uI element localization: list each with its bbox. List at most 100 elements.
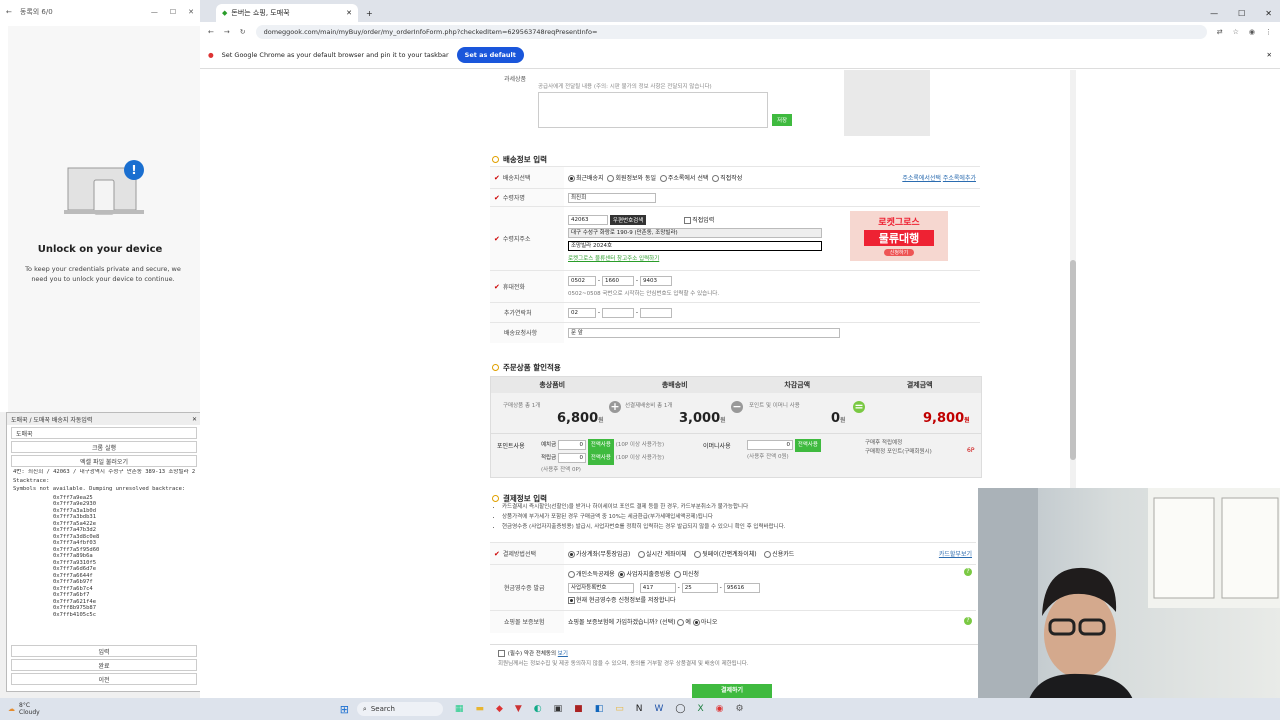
payment-amount: 9,800원 — [923, 411, 970, 426]
ship-option-recent[interactable]: 최근배송지 — [568, 175, 604, 182]
phone-last-input[interactable]: 9403 — [639, 276, 672, 286]
paymethod-credit-card[interactable]: 신용카드 — [764, 551, 794, 558]
paymethod-virtual-account[interactable]: 가상계좌(무통장입금) — [568, 551, 630, 558]
phone-mid-input[interactable]: 1660 — [601, 276, 634, 286]
windows-start-icon[interactable]: ⊞ — [340, 703, 349, 716]
receipt-none[interactable]: 미신청 — [674, 571, 699, 578]
edge-icon[interactable]: ◐ — [534, 704, 542, 714]
memo-textarea[interactable] — [538, 92, 768, 128]
deposit-input[interactable]: 0 — [557, 439, 586, 450]
insurance-no[interactable]: 아니오 — [692, 619, 717, 627]
maximize-icon[interactable]: ☐ — [170, 8, 176, 16]
phone-prefix-select[interactable]: 0502 — [568, 276, 596, 286]
reload-icon[interactable]: ↻ — [240, 28, 246, 36]
addrbook-select-link[interactable]: 주소록에서선택 — [902, 175, 941, 182]
zip-search-button[interactable]: 우편번호검색 — [609, 214, 647, 225]
chat-icon[interactable]: ◯ — [675, 704, 685, 714]
vpn-icon[interactable]: ▼ — [515, 704, 522, 714]
weather-icon[interactable]: ☁ — [8, 705, 15, 713]
status-label: 크롬 실행 — [11, 441, 197, 453]
ship-option-addrbook[interactable]: 주소록에서 선택 — [659, 175, 708, 182]
unlock-heading: Unlock on your device — [37, 244, 163, 255]
excel-icon[interactable]: X — [697, 704, 703, 714]
address-line2-input[interactable]: 조망빌라 2024호 — [568, 241, 822, 252]
file-explorer-icon[interactable]: ▬ — [475, 704, 484, 714]
emoney-use-all-button[interactable]: 전액사용 — [794, 439, 821, 452]
taskbar-search[interactable]: ⌕ Search — [356, 702, 443, 716]
minimize-icon[interactable]: — — [151, 8, 158, 16]
close-icon[interactable]: ✕ — [192, 416, 197, 423]
shipping-count: 선결제배송비 총 1개 — [625, 403, 673, 409]
agree-all-checkbox[interactable] — [498, 650, 505, 657]
biz-no-2[interactable]: 25 — [681, 582, 718, 593]
banner-apply-button[interactable]: 신청하기 — [884, 249, 914, 256]
folder-icon[interactable]: ▭ — [615, 704, 624, 714]
forward-icon[interactable]: → — [224, 28, 230, 36]
translate-icon[interactable]: ⇄ — [1217, 28, 1223, 36]
help-icon[interactable]: ? — [964, 568, 972, 576]
direct-input-checkbox[interactable]: 직접입력 — [684, 216, 714, 224]
minimize-icon[interactable]: — — [1210, 9, 1218, 18]
extra-phone-last-input[interactable] — [639, 307, 672, 318]
outlook-icon[interactable]: ◧ — [595, 704, 604, 714]
biz-no-3[interactable]: 95616 — [723, 582, 760, 593]
input-button[interactable]: 입력 — [11, 645, 197, 657]
addrbook-add-link[interactable]: 주소록에추가 — [943, 175, 976, 182]
set-default-button[interactable]: Set as default — [456, 47, 524, 63]
receipt-personal[interactable]: 개인소득공제용 — [568, 571, 615, 578]
profile-icon[interactable]: ◉ — [1249, 28, 1255, 36]
close-icon[interactable]: ✕ — [1265, 9, 1272, 18]
save-receipt-checkbox[interactable]: 현재 현금영수증 신청정보를 저장합니다 — [568, 597, 676, 604]
save-memo-button[interactable]: 저장 — [772, 114, 793, 126]
back-arrow-icon[interactable]: ← — [6, 8, 12, 16]
infobar-close-icon[interactable]: ✕ — [1267, 51, 1272, 59]
bookmark-star-icon[interactable]: ☆ — [1233, 28, 1239, 36]
prev-button[interactable]: 이전 — [11, 673, 197, 685]
load-excel-button[interactable]: 엑셀 파일 불러오기 — [11, 455, 197, 467]
zipcode-input[interactable]: 42063 — [568, 215, 608, 226]
recipient-input[interactable]: 최진희 — [568, 192, 656, 203]
payment-head: 결제금액 — [906, 381, 933, 389]
insurance-yes[interactable]: 예 — [677, 619, 691, 627]
submit-payment-button[interactable]: 결제하기 — [692, 684, 772, 698]
payment-notes: 카드결제시 즉시할인(선할인)을 받거나 하이세이브 포인트 결제 등을 한 경… — [490, 502, 786, 532]
reserve-use-all-button[interactable]: 전액사용 — [587, 452, 614, 465]
new-tab-icon[interactable]: + — [366, 9, 373, 18]
app-red-icon[interactable]: ■ — [574, 704, 583, 714]
ship-option-direct[interactable]: 직접작성 — [712, 175, 742, 182]
reserve-input[interactable]: 0 — [557, 452, 586, 463]
biz-no-1[interactable]: 417 — [639, 582, 676, 593]
request-input[interactable]: 문 앞 — [568, 327, 840, 338]
help-icon[interactable]: ? — [964, 617, 972, 626]
back-icon[interactable]: ← — [208, 28, 214, 36]
paymethod-realtime-transfer[interactable]: 실시간 계좌이체 — [638, 551, 687, 558]
paymethod-simple-transfer[interactable]: 뒷페이(간편계좌이체) — [694, 551, 757, 558]
widgets-icon[interactable]: ▦ — [455, 704, 464, 714]
current-address: 4번: 최진희 / 42063 / 대구광역시 수성구 만촌동 389-13 조… — [13, 469, 195, 475]
emoney-input[interactable]: 0 — [747, 439, 793, 450]
terminal-icon[interactable]: ▣ — [554, 704, 563, 714]
tab-close-icon[interactable]: ✕ — [346, 9, 352, 17]
done-button[interactable]: 완료 — [11, 659, 197, 671]
extra-phone-mid-input[interactable] — [601, 307, 634, 318]
settings-icon[interactable]: ⚙ — [735, 704, 743, 714]
biz-type-select[interactable]: 사업자등록번호 — [568, 582, 634, 593]
word-icon[interactable]: W — [654, 704, 663, 714]
ship-option-member[interactable]: 회원정보와 동일 — [607, 175, 656, 182]
notion-icon[interactable]: N — [636, 704, 643, 714]
maximize-icon[interactable]: ☐ — [1238, 9, 1245, 18]
extra-phone-prefix-select[interactable]: 02 — [568, 307, 596, 318]
site-input[interactable]: 도매꾹 — [11, 427, 197, 439]
card-installment-link[interactable]: 카드할부보기 — [939, 549, 972, 558]
emoney-balance: (사용후 잔액 0원) — [747, 454, 789, 460]
chrome-icon[interactable]: ◉ — [716, 704, 724, 714]
receipt-business[interactable]: 사업자지출증빙용 — [618, 571, 671, 578]
rocket-growth-banner[interactable]: 로켓그로스 물류대행 신청하기 — [850, 211, 948, 261]
deposit-use-all-button[interactable]: 전액사용 — [587, 439, 614, 452]
browser-tab[interactable]: ◆ 돈버는 쇼핑, 도매꾹 ✕ — [216, 4, 358, 22]
menu-icon[interactable]: ⋮ — [1265, 28, 1272, 36]
url-field[interactable]: domeggook.com/main/myBuy/order/my_orderI… — [255, 25, 1207, 39]
vivaldi-icon[interactable]: ◆ — [496, 704, 503, 714]
terms-view-link[interactable]: 보기 — [558, 651, 568, 657]
close-icon[interactable]: ✕ — [188, 8, 194, 16]
